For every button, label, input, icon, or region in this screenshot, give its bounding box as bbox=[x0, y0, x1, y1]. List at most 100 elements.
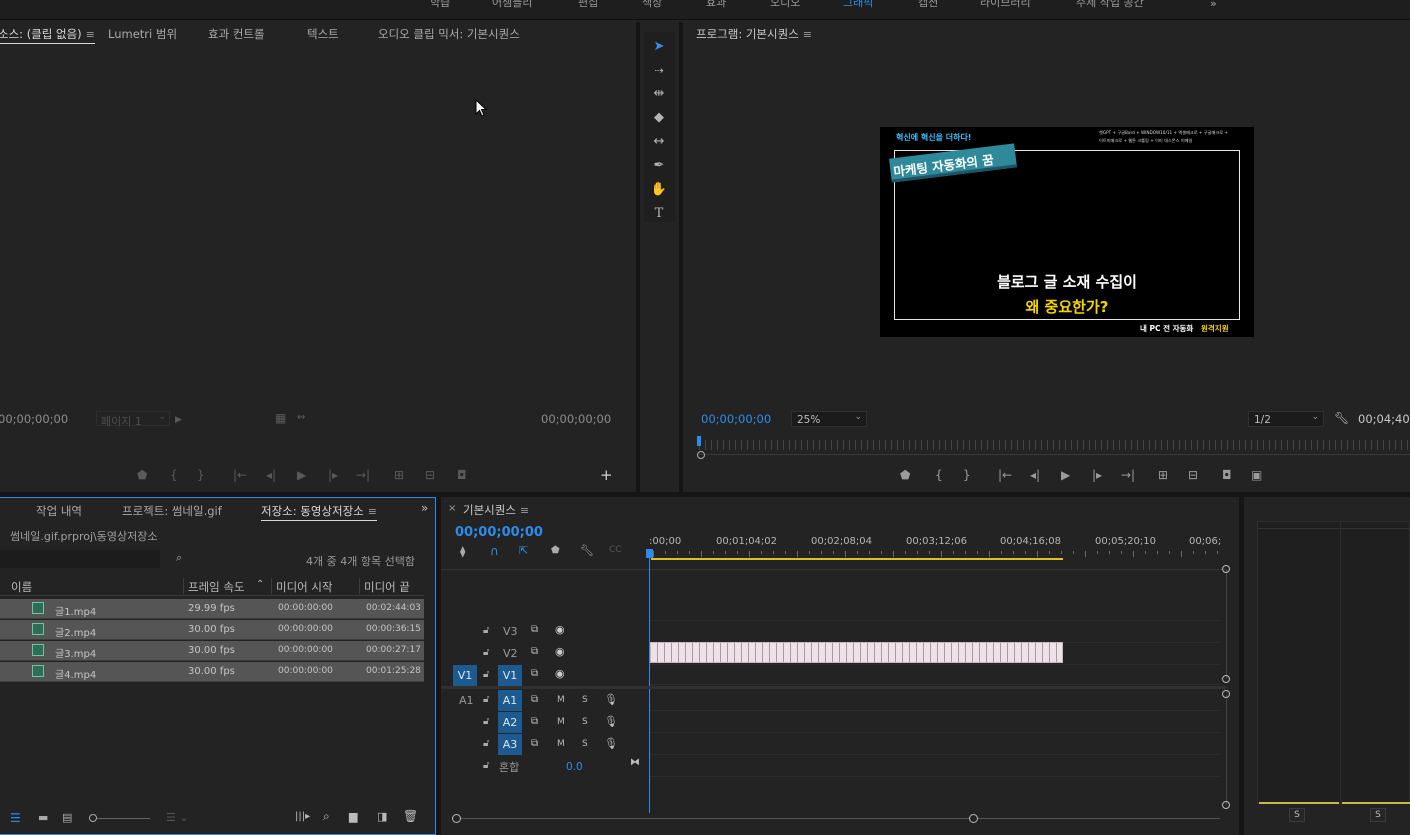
wrench-icon[interactable]: 🔧︎ bbox=[1334, 411, 1349, 425]
row-name[interactable]: 글2.mp4 bbox=[55, 624, 96, 639]
source-patch-a1[interactable]: A1 bbox=[459, 694, 474, 707]
workspace-tab-audio[interactable]: 오디오 bbox=[770, 0, 800, 10]
new-item-icon[interactable]: ◨ bbox=[377, 810, 387, 823]
thumbnail-size-slider[interactable] bbox=[90, 818, 150, 819]
drag-video-icon[interactable]: ▦ bbox=[275, 411, 286, 425]
microphone-icon[interactable]: 🎙︎ bbox=[604, 715, 618, 728]
freeform-view-icon[interactable]: ▤ bbox=[62, 811, 72, 824]
go-to-in-icon[interactable]: |← bbox=[998, 468, 1012, 482]
selection-tool-icon[interactable]: ➤ bbox=[650, 38, 668, 56]
sync-lock-icon[interactable]: ⧉ bbox=[531, 738, 538, 749]
workspace-tab-effects[interactable]: 효과 bbox=[706, 0, 726, 10]
hand-tool-icon[interactable]: ✋ bbox=[650, 181, 668, 199]
program-preview-frame[interactable]: 혁신에 혁신을 더하다! 챗GPT + 구글Bard + WINDOW10/11… bbox=[880, 127, 1254, 337]
program-scrub-bar[interactable] bbox=[699, 454, 1410, 455]
tab-text[interactable]: 텍스트 bbox=[307, 26, 339, 42]
microphone-icon[interactable]: 🎙︎ bbox=[604, 693, 618, 706]
solo-button[interactable]: S bbox=[582, 739, 588, 749]
go-to-out-icon[interactable]: →| bbox=[1121, 468, 1135, 482]
sync-lock-icon[interactable]: ⧉ bbox=[531, 694, 538, 705]
mark-in-icon[interactable]: { bbox=[170, 468, 178, 482]
panel-menu-icon[interactable]: ≡ bbox=[803, 28, 812, 41]
play-arrow-icon[interactable]: ▶ bbox=[175, 413, 182, 427]
workspace-tab-color[interactable]: 색상 bbox=[642, 0, 662, 10]
solo-button[interactable]: S bbox=[582, 717, 588, 727]
microphone-icon[interactable]: 🎙︎ bbox=[604, 737, 618, 750]
play-icon[interactable]: ▶ bbox=[1061, 468, 1070, 482]
column-media-end[interactable]: 미디어 끝 bbox=[364, 579, 410, 595]
tab-project[interactable]: 프로젝트: 썸네일.gif bbox=[122, 503, 222, 519]
workspace-tab-captions[interactable]: 캡션 bbox=[918, 0, 938, 10]
tab-effect-controls[interactable]: 효과 컨트롤 bbox=[208, 26, 265, 42]
track-target-v2[interactable]: V2 bbox=[503, 647, 518, 660]
mute-button[interactable]: M bbox=[557, 717, 565, 727]
icon-view-icon[interactable]: ▬ bbox=[38, 811, 48, 824]
list-view-icon[interactable]: ☰ bbox=[10, 811, 21, 825]
track-target-a3[interactable]: A3 bbox=[498, 734, 522, 755]
track-lock-icon[interactable]: 🔓︎ bbox=[483, 738, 489, 749]
zoom-select[interactable]: 25% ⌄ bbox=[791, 411, 867, 427]
drag-audio-icon[interactable]: ↭ bbox=[297, 411, 305, 425]
go-to-end-icon[interactable]: ⧓ bbox=[630, 757, 640, 768]
find-icon[interactable]: ⌕ bbox=[323, 809, 330, 824]
track-lane-v1[interactable] bbox=[650, 664, 1220, 685]
pen-tool-icon[interactable]: ✒ bbox=[650, 157, 668, 175]
row-name[interactable]: 글3.mp4 bbox=[55, 645, 96, 660]
vscroll-handle-top[interactable] bbox=[1222, 565, 1230, 573]
source-page-select[interactable]: 페이지 1 ⌄ bbox=[96, 411, 170, 428]
close-icon[interactable]: × bbox=[448, 503, 456, 514]
workspace-tab-graphics[interactable]: 그래픽 bbox=[843, 0, 873, 10]
export-frame-icon[interactable]: ◘ bbox=[457, 468, 467, 482]
source-timecode-current[interactable]: 00;00;00;00 bbox=[0, 412, 68, 426]
slider-handle[interactable] bbox=[89, 814, 97, 822]
eye-icon[interactable]: ◉ bbox=[555, 623, 565, 636]
panel-menu-icon[interactable]: ≡ bbox=[368, 505, 377, 518]
row-name[interactable]: 글1.mp4 bbox=[55, 603, 96, 618]
source-patch-v1[interactable]: V1 bbox=[453, 665, 477, 686]
comparison-view-icon[interactable]: ▣ bbox=[1251, 468, 1262, 482]
eye-icon[interactable]: ◉ bbox=[555, 645, 565, 658]
timeline-settings-icon[interactable]: 🔧︎ bbox=[580, 544, 594, 557]
eye-icon[interactable]: ◉ bbox=[555, 667, 565, 680]
program-mini-ruler[interactable] bbox=[699, 440, 1410, 450]
workspace-tab-edit[interactable]: 편집 bbox=[578, 0, 598, 10]
table-row[interactable]: 글3.mp4 30.00 fps 00:00:00:00 00:00:27:17 bbox=[0, 641, 424, 661]
step-forward-icon[interactable]: |▸ bbox=[1092, 468, 1102, 482]
hscroll-handle-left[interactable] bbox=[452, 814, 461, 823]
mark-out-icon[interactable]: } bbox=[963, 468, 971, 482]
razor-tool-icon[interactable]: ◆ bbox=[650, 109, 668, 127]
ripple-edit-tool-icon[interactable]: ⇹ bbox=[650, 85, 668, 103]
solo-right-button[interactable]: S bbox=[1370, 808, 1386, 822]
column-media-start[interactable]: 미디어 시작 bbox=[276, 579, 333, 595]
workspace-tab-custom[interactable]: 주제 작업 공간 bbox=[1076, 0, 1144, 10]
work-area-bar[interactable] bbox=[651, 558, 1063, 560]
tab-sequence[interactable]: 기본시퀀스 ≡ bbox=[463, 502, 529, 518]
tab-history[interactable]: 작업 내역 bbox=[36, 503, 82, 519]
go-to-out-icon[interactable]: →| bbox=[356, 468, 370, 482]
tab-lumetri-scopes[interactable]: Lumetri 범위 bbox=[108, 26, 177, 42]
track-target-a1[interactable]: A1 bbox=[498, 690, 522, 711]
timeline-hscroll-track[interactable] bbox=[460, 818, 1220, 819]
track-lane-a1[interactable] bbox=[650, 690, 1220, 711]
track-lock-icon[interactable]: 🔓︎ bbox=[483, 647, 489, 658]
sync-lock-icon[interactable]: ⧉ bbox=[531, 716, 538, 727]
new-bin-icon[interactable]: ▆ bbox=[349, 810, 357, 823]
mute-button[interactable]: M bbox=[557, 695, 565, 705]
overwrite-icon[interactable]: ⊟ bbox=[425, 468, 435, 482]
program-panel-title[interactable]: 프로그램: 기본시퀀스 ≡ bbox=[696, 26, 812, 42]
add-marker-icon[interactable]: ⬟ bbox=[900, 468, 910, 482]
mute-button[interactable]: M bbox=[557, 739, 565, 749]
timeline-playhead-head[interactable] bbox=[646, 549, 653, 558]
timeline-vscroll-track[interactable] bbox=[1226, 569, 1227, 679]
add-marker-icon[interactable]: ⬟ bbox=[137, 468, 147, 482]
solo-left-button[interactable]: S bbox=[1289, 808, 1305, 822]
mix-lock-icon[interactable]: 🔓︎ bbox=[483, 760, 489, 771]
workspace-tab-libraries[interactable]: 라이브러리 bbox=[980, 0, 1031, 10]
column-name[interactable]: 이름 bbox=[11, 579, 32, 595]
track-lane-v3[interactable] bbox=[650, 620, 1220, 641]
vscroll-handle-bottom[interactable] bbox=[1222, 675, 1230, 683]
timeline-ruler[interactable]: :00;00 00;01;04;02 00;02;08;04 00;03;12;06 0… bbox=[649, 535, 1221, 559]
workspace-tab-learn[interactable]: 학습 bbox=[430, 0, 450, 10]
add-marker-icon[interactable]: ⬟ bbox=[551, 545, 560, 556]
go-to-in-icon[interactable]: |← bbox=[233, 468, 247, 482]
